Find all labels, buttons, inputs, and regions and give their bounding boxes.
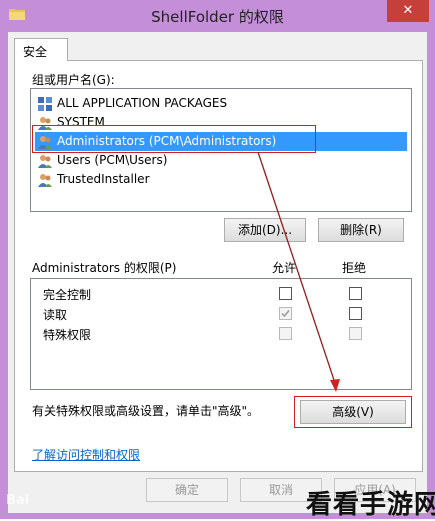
watermark-right: 看看手游网 [306,490,435,520]
annotation-arrow [257,151,340,392]
tab-security-label: 安全 [23,45,48,59]
watermark-left: Bai [6,493,30,508]
tab-security[interactable]: 安全 [14,38,68,61]
permissions-dialog: ShellFolder 的权限 ✕ 安全 组或用户名(G): ALL APPLI… [0,0,435,520]
